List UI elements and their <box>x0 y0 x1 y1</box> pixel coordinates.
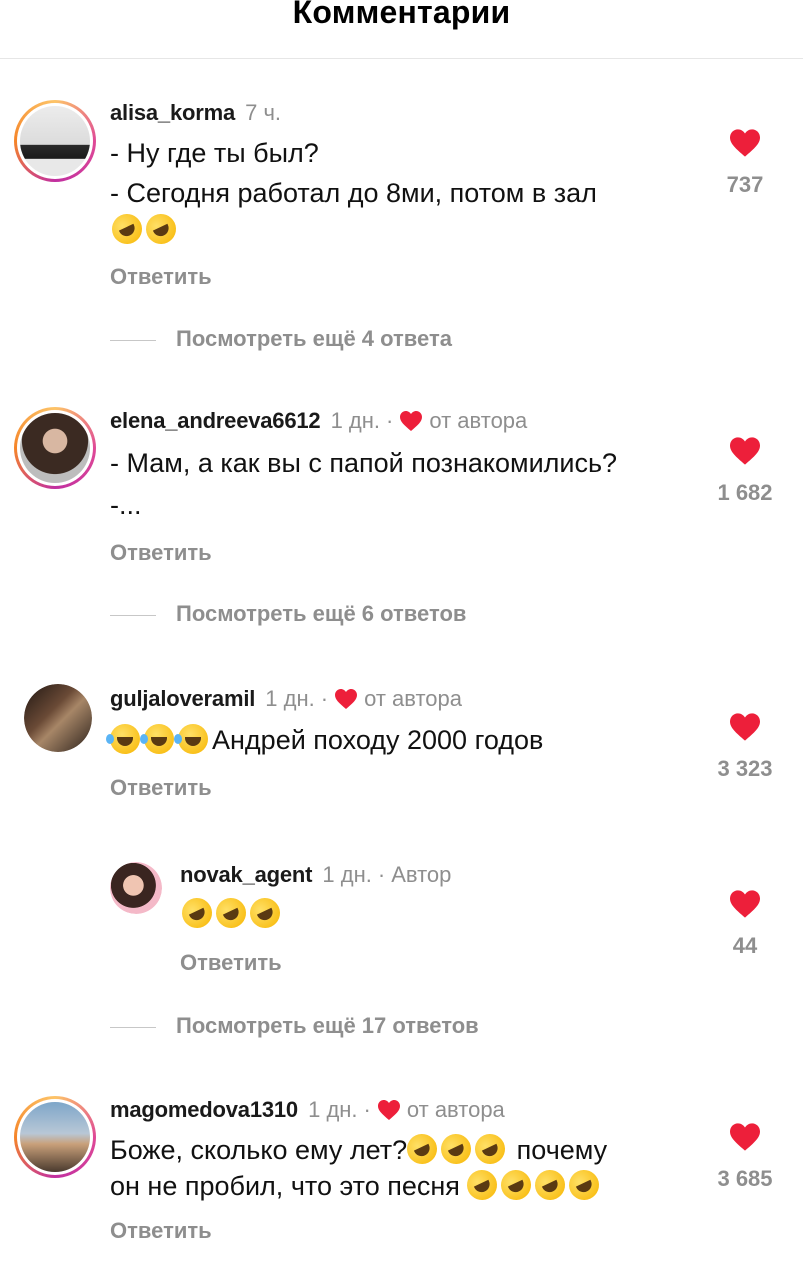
like-button[interactable]: 44 <box>713 889 777 959</box>
like-button[interactable]: 3 323 <box>713 712 777 782</box>
rofl-emoji-icon <box>107 209 147 249</box>
header: Комментарии <box>0 0 803 59</box>
heart-icon <box>377 1100 400 1120</box>
view-more-label: Посмотреть ещё 4 ответа <box>176 326 452 351</box>
like-count: 1 682 <box>717 480 773 505</box>
emoji-line <box>107 209 181 249</box>
separator-dot: · <box>320 686 329 711</box>
rofl-emoji-icon <box>462 1165 503 1205</box>
heart-icon <box>400 411 423 431</box>
author-liked-label: от автора <box>406 1097 505 1122</box>
comment-text: -... <box>110 490 142 520</box>
reply-button[interactable]: Ответить <box>110 1218 212 1244</box>
comment-text: Андрей походу 2000 годов <box>106 724 544 756</box>
emoji-line <box>177 893 285 933</box>
rofl-emoji-icon <box>177 893 217 933</box>
comment-text-body: почему <box>516 1135 608 1165</box>
username[interactable]: elena_andreeva6612 <box>110 408 321 433</box>
avatar[interactable] <box>14 100 96 182</box>
author-liked-label: от автора <box>364 686 462 711</box>
comment-text: Боже, сколько ему лет? почему <box>110 1129 608 1169</box>
separator-dot: · <box>386 408 394 433</box>
comment-meta: elena_andreeva6612 1 дн. · от автора <box>110 408 527 434</box>
like-count: 44 <box>732 933 758 958</box>
comment-text-body: Андрей походу 2000 годов <box>212 725 544 755</box>
comment-text: - Мам, а как вы с папой познакомились? <box>110 448 618 478</box>
rofl-emoji-icon <box>564 1165 605 1205</box>
reply-button[interactable]: Ответить <box>110 264 212 290</box>
rofl-emoji-icon <box>245 893 285 933</box>
separator-dot: · <box>377 862 386 887</box>
timestamp: 1 дн. <box>322 862 372 887</box>
username[interactable]: novak_agent <box>180 862 312 887</box>
author-tag: Автор <box>391 862 452 887</box>
username[interactable]: alisa_korma <box>110 100 235 125</box>
username[interactable]: magomedova1310 <box>110 1097 298 1122</box>
heart-icon <box>730 437 760 465</box>
joy-emoji-icon <box>106 724 140 754</box>
rofl-emoji-icon <box>470 1129 511 1169</box>
comment-text: он не пробил, что это песня <box>110 1165 605 1205</box>
avatar[interactable] <box>24 684 92 752</box>
rofl-emoji-icon <box>211 893 251 933</box>
joy-emoji-icon <box>140 724 174 754</box>
timestamp: 1 дн. <box>308 1097 358 1122</box>
comment-meta: novak_agent 1 дн. · Автор <box>180 862 451 888</box>
view-more-replies[interactable]: Посмотреть ещё 6 ответов <box>110 601 466 631</box>
timestamp: 1 дн. <box>330 408 381 433</box>
timestamp: 1 дн. <box>265 686 315 711</box>
avatar[interactable] <box>14 1096 96 1178</box>
avatar[interactable] <box>110 862 162 914</box>
heart-icon <box>730 890 760 918</box>
rofl-emoji-icon <box>530 1165 571 1205</box>
comment-text-body: он не пробил, что это песня <box>110 1171 460 1201</box>
comment-text: - Сегодня работал до 8ми, потом в зал <box>110 178 597 208</box>
divider <box>110 339 156 341</box>
timestamp: 7 ч. <box>245 100 282 125</box>
like-button[interactable]: 3 685 <box>713 1122 777 1192</box>
author-liked-label: от автора <box>429 408 528 433</box>
page-title: Комментарии <box>292 0 511 30</box>
view-more-replies[interactable]: Посмотреть ещё 17 ответов <box>110 1013 479 1043</box>
divider <box>110 614 156 616</box>
rofl-emoji-icon <box>402 1129 443 1169</box>
rofl-emoji-icon <box>496 1165 537 1205</box>
heart-icon <box>730 129 760 157</box>
username[interactable]: guljaloveramil <box>110 686 255 711</box>
heart-icon <box>730 713 760 741</box>
like-button[interactable]: 737 <box>713 128 777 198</box>
heart-icon <box>335 689 358 709</box>
avatar[interactable] <box>14 407 96 489</box>
like-count: 3 685 <box>717 1166 773 1191</box>
like-button[interactable]: 1 682 <box>713 436 777 506</box>
like-count: 737 <box>726 172 764 197</box>
heart-icon <box>730 1123 760 1151</box>
view-more-label: Посмотреть ещё 17 ответов <box>176 1013 479 1038</box>
reply-button[interactable]: Ответить <box>180 950 282 976</box>
divider <box>110 1026 156 1028</box>
comment-text: - Ну где ты был? <box>110 138 319 168</box>
like-count: 3 323 <box>717 756 773 781</box>
reply-button[interactable]: Ответить <box>110 775 212 801</box>
rofl-emoji-icon <box>436 1129 477 1169</box>
separator-dot: · <box>363 1097 371 1122</box>
comment-meta: alisa_korma 7 ч. <box>110 100 281 126</box>
comment-text-body: Боже, сколько ему лет? <box>110 1135 408 1165</box>
joy-emoji-icon <box>174 724 208 754</box>
comment-meta: guljaloveramil 1 дн. · от автора <box>110 686 462 712</box>
reply-button[interactable]: Ответить <box>110 540 212 566</box>
view-more-replies[interactable]: Посмотреть ещё 4 ответа <box>110 326 452 356</box>
comment-meta: magomedova1310 1 дн. · от автора <box>110 1097 505 1123</box>
rofl-emoji-icon <box>141 209 181 249</box>
view-more-label: Посмотреть ещё 6 ответов <box>176 601 467 626</box>
